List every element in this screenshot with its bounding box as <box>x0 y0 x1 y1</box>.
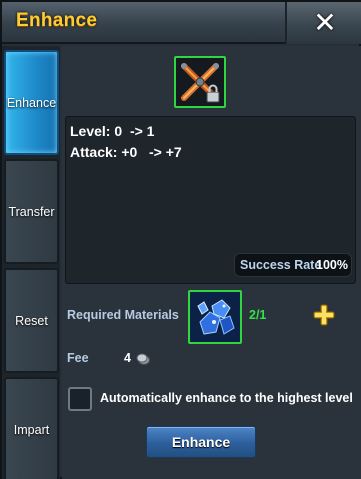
enhance-panel: Level: 0 -> 1 Attack: +0 -> +7 Success R… <box>62 46 361 479</box>
material-slot[interactable] <box>188 290 242 344</box>
tab-transfer-label: Transfer <box>8 204 55 219</box>
attack-label: Attack: <box>70 144 118 160</box>
crossed-weapons-icon <box>176 58 224 106</box>
fee-label: Fee <box>67 351 89 365</box>
attack-line: Attack: +0 -> +7 <box>70 144 182 160</box>
enhance-button-label: Enhance <box>171 434 231 450</box>
attack-arrow: -> <box>149 144 162 160</box>
close-icon: ✕ <box>313 7 337 38</box>
level-line: Level: 0 -> 1 <box>70 123 154 139</box>
tab-enhance-label: Enhance <box>6 95 57 110</box>
window-header: Enhance ✕ <box>2 2 361 44</box>
level-to: 1 <box>146 123 155 139</box>
tab-reset-label: Reset <box>15 313 48 328</box>
add-material-button[interactable] <box>312 303 336 327</box>
level-label: Level: <box>70 123 111 139</box>
success-rate-value: 100% <box>316 258 348 272</box>
tab-impart-label: Impart <box>13 422 50 437</box>
tab-impart[interactable]: Impart <box>4 377 59 479</box>
tab-transfer[interactable]: Transfer <box>4 159 59 264</box>
level-from: 0 <box>114 123 123 139</box>
material-count: 2/1 <box>249 308 267 322</box>
auto-enhance-label: Automatically enhance to the highest lev… <box>100 391 353 405</box>
enhance-button[interactable]: Enhance <box>146 426 256 458</box>
item-slot[interactable] <box>174 56 226 108</box>
blue-crystal-icon <box>190 292 240 342</box>
success-rate-bar: Success Rate 100% <box>234 253 352 277</box>
auto-enhance-checkbox[interactable] <box>68 387 92 411</box>
level-arrow: -> <box>129 123 143 139</box>
stats-box: Level: 0 -> 1 Attack: +0 -> +7 Success R… <box>65 116 356 284</box>
required-materials-label: Required Materials <box>67 308 179 322</box>
tab-enhance[interactable]: Enhance <box>4 50 59 155</box>
sidebar-tabs: Enhance Transfer Reset Impart <box>2 46 60 479</box>
tab-reset[interactable]: Reset <box>4 268 59 373</box>
coin-icon <box>136 353 150 365</box>
window-title: Enhance <box>16 10 98 31</box>
close-button[interactable]: ✕ <box>285 2 361 44</box>
enhance-window: Enhance ✕ Enhance Transfer Reset Impart <box>0 0 361 479</box>
attack-to: +7 <box>165 144 182 160</box>
fee-value: 4 <box>124 351 131 365</box>
plus-icon <box>313 304 335 326</box>
attack-from: +0 <box>121 144 138 160</box>
success-rate-label: Success Rate <box>240 258 322 272</box>
